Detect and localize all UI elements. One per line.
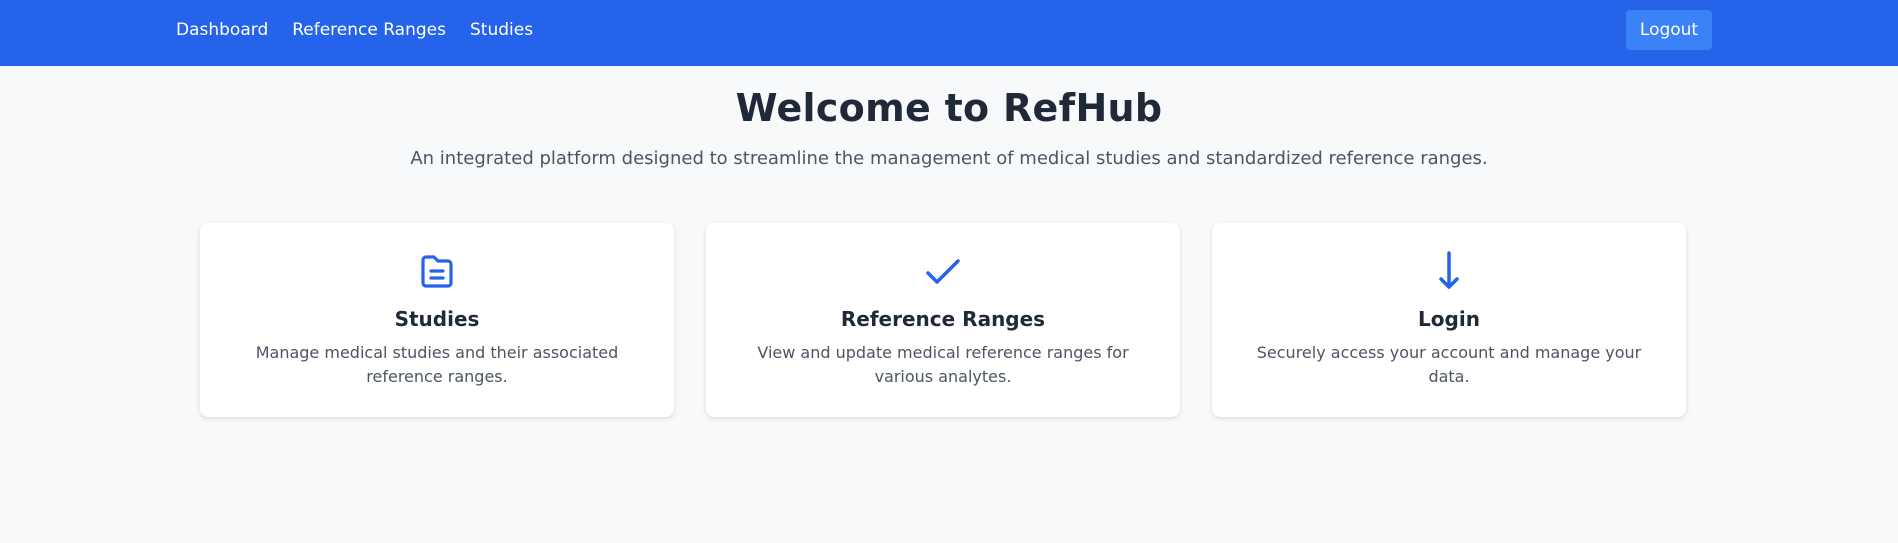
card-description: Securely access your account and manage …	[1256, 343, 1642, 386]
card-description: View and update medical reference ranges…	[757, 343, 1129, 386]
card-title: Studies	[394, 307, 480, 331]
top-navbar: Dashboard Reference Ranges Studies Logou…	[0, 0, 1898, 66]
card-login[interactable]: Login Securely access your account and m…	[1212, 223, 1686, 417]
card-title: Login	[1418, 307, 1480, 331]
card-reference-ranges[interactable]: Reference Ranges View and update medical…	[706, 223, 1180, 417]
logout-button[interactable]: Logout	[1626, 10, 1712, 50]
card-studies[interactable]: Studies Manage medical studies and their…	[200, 223, 674, 417]
nav-link-reference-ranges[interactable]: Reference Ranges	[292, 20, 446, 40]
page-subtitle: An integrated platform designed to strea…	[410, 147, 1488, 169]
hero: Welcome to RefHub An integrated platform…	[0, 66, 1898, 169]
page-title: Welcome to RefHub	[735, 86, 1163, 130]
card-title: Reference Ranges	[840, 307, 1046, 331]
feature-cards: Studies Manage medical studies and their…	[200, 223, 1686, 417]
document-icon	[417, 251, 457, 291]
main-content: Welcome to RefHub An integrated platform…	[0, 66, 1898, 417]
nav-links: Dashboard Reference Ranges Studies	[176, 0, 533, 60]
check-icon	[923, 251, 963, 291]
arrow-down-icon	[1429, 251, 1469, 291]
nav-link-studies[interactable]: Studies	[470, 20, 533, 40]
nav-link-dashboard[interactable]: Dashboard	[176, 20, 268, 40]
card-description: Manage medical studies and their associa…	[255, 343, 619, 386]
